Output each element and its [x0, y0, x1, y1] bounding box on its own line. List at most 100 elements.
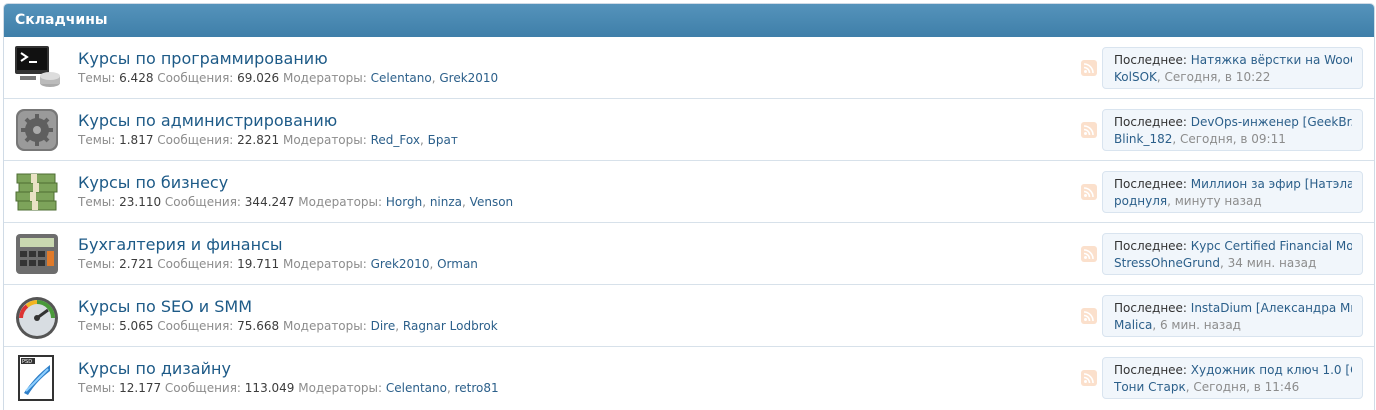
last-thread-link[interactable]: Художник под ключ 1.0 [С...: [1191, 363, 1352, 377]
threads-label: Темы:: [78, 71, 120, 85]
messages-count: 19.711: [237, 257, 283, 271]
threads-label: Темы:: [78, 133, 120, 147]
forum-title-link[interactable]: Курсы по дизайну: [78, 359, 231, 378]
messages-count: 75.668: [237, 319, 283, 333]
forum-stats: Темы: 6.428 Сообщения: 69.026 Модераторы…: [78, 71, 498, 85]
moderator-separator: ,: [429, 257, 438, 271]
threads-label: Темы:: [78, 257, 120, 271]
moderator-link[interactable]: Orman: [437, 257, 478, 271]
moderators-list: Red_Fox, Брат: [371, 133, 458, 147]
last-user-link[interactable]: роднуля: [1114, 194, 1167, 208]
last-user-link[interactable]: Тони Старк: [1114, 380, 1186, 394]
last-user-link[interactable]: StressOhneGrund: [1114, 256, 1220, 270]
moderator-link[interactable]: retro81: [455, 381, 499, 395]
rss-icon[interactable]: [1081, 370, 1097, 386]
rss-icon[interactable]: [1081, 246, 1097, 262]
rss-icon[interactable]: [1081, 184, 1097, 200]
last-user-link[interactable]: Blink_182: [1114, 132, 1172, 146]
last-thread-link[interactable]: Курс Certified Financial Mo...: [1191, 239, 1352, 253]
last-post-time: , минуту назад: [1167, 194, 1262, 208]
last-post-box: Последнее: Курс Certified Financial Mo..…: [1102, 233, 1363, 275]
messages-label: Сообщения:: [157, 133, 238, 147]
programming-terminal-icon: [12, 43, 62, 93]
forum-row: Курсы по программированию Темы: 6.428 Со…: [4, 37, 1374, 99]
forum-row: Курсы по администрированию Темы: 1.817 С…: [4, 99, 1374, 161]
threads-label: Темы:: [78, 195, 120, 209]
last-post-label: Последнее:: [1114, 363, 1191, 377]
moderators-list: Grek2010, Orman: [371, 257, 478, 271]
moderator-link[interactable]: Grek2010: [371, 257, 430, 271]
last-post-box: Последнее: InstaDium [Александра Ми... M…: [1102, 295, 1363, 337]
moderators-list: Dire, Ragnar Lodbrok: [371, 319, 498, 333]
threads-count: 5.065: [119, 319, 158, 333]
forum-category-block: Складчины Курсы по программированию Темы…: [3, 3, 1375, 410]
messages-count: 22.821: [237, 133, 283, 147]
last-thread-link[interactable]: DevOps-инженер [GeekBr...: [1191, 115, 1352, 129]
forum-stats: Темы: 12.177 Сообщения: 113.049 Модерато…: [78, 381, 499, 395]
money-stack-icon: [12, 167, 62, 217]
last-post-label: Последнее:: [1114, 239, 1191, 253]
psd-file-icon: PSD: [12, 353, 62, 403]
last-post-box: Последнее: Художник под ключ 1.0 [С... Т…: [1102, 357, 1363, 399]
messages-count: 344.247: [244, 195, 299, 209]
forum-title-link[interactable]: Курсы по администрированию: [78, 111, 337, 130]
last-post-time: , 34 мин. назад: [1219, 256, 1317, 270]
moderator-link[interactable]: Venson: [470, 195, 513, 209]
last-post-label: Последнее:: [1114, 115, 1191, 129]
moderator-link[interactable]: Dire: [371, 319, 396, 333]
forum-row: Бухгалтерия и финансы Темы: 2.721 Сообще…: [4, 223, 1374, 285]
forum-title-link[interactable]: Курсы по SEO и SMM: [78, 297, 252, 316]
moderator-link[interactable]: Grek2010: [439, 71, 498, 85]
moderator-link[interactable]: Брат: [428, 133, 458, 147]
moderator-link[interactable]: Ragnar Lodbrok: [403, 319, 498, 333]
last-thread-link[interactable]: InstaDium [Александра Ми...: [1191, 301, 1352, 315]
messages-label: Сообщения:: [157, 257, 238, 271]
last-user-link[interactable]: Malica: [1114, 318, 1152, 332]
threads-count: 12.177: [119, 381, 165, 395]
forum-row: Курсы по SEO и SMM Темы: 5.065 Сообщения…: [4, 285, 1374, 347]
forum-stats: Темы: 23.110 Сообщения: 344.247 Модерато…: [78, 195, 513, 209]
moderator-separator: ,: [395, 319, 403, 333]
moderator-link[interactable]: Horgh: [386, 195, 422, 209]
moderators-label: Модераторы:: [282, 319, 371, 333]
last-post-time: , 6 мин. назад: [1152, 318, 1241, 332]
forum-stats: Темы: 1.817 Сообщения: 22.821 Модераторы…: [78, 133, 458, 147]
forum-stats: Темы: 2.721 Сообщения: 19.711 Модераторы…: [78, 257, 478, 271]
threads-count: 1.817: [119, 133, 158, 147]
speedometer-icon: [12, 291, 62, 341]
threads-label: Темы:: [78, 381, 120, 395]
last-thread-link[interactable]: Миллион за эфир [Натэла...: [1191, 177, 1352, 191]
moderators-label: Модераторы:: [298, 381, 386, 395]
last-post-box: Последнее: Натяжка вёрстки на WooC... Ko…: [1102, 47, 1363, 89]
last-thread-link[interactable]: Натяжка вёрстки на WooC...: [1191, 53, 1352, 67]
moderators-list: Horgh, ninza, Venson: [386, 195, 513, 209]
category-header[interactable]: Складчины: [4, 4, 1374, 37]
moderator-link[interactable]: ninza: [430, 195, 462, 209]
rss-icon[interactable]: [1081, 308, 1097, 324]
messages-count: 113.049: [244, 381, 299, 395]
moderator-link[interactable]: Celentano: [386, 381, 447, 395]
last-post-time: , Сегодня, в 09:11: [1172, 132, 1286, 146]
moderator-link[interactable]: Celentano: [371, 71, 432, 85]
moderators-label: Модераторы:: [282, 257, 371, 271]
threads-label: Темы:: [78, 319, 120, 333]
messages-count: 69.026: [237, 71, 283, 85]
last-user-link[interactable]: KolSOK: [1114, 70, 1157, 84]
forum-title-link[interactable]: Курсы по программированию: [78, 49, 328, 68]
admin-gear-icon: [12, 105, 62, 155]
rss-icon[interactable]: [1081, 60, 1097, 76]
last-post-label: Последнее:: [1114, 177, 1191, 191]
rss-icon[interactable]: [1081, 122, 1097, 138]
messages-label: Сообщения:: [157, 71, 238, 85]
moderators-list: Celentano, retro81: [386, 381, 499, 395]
threads-count: 2.721: [119, 257, 158, 271]
last-post-time: , Сегодня, в 11:46: [1185, 380, 1300, 394]
forum-title-link[interactable]: Бухгалтерия и финансы: [78, 235, 283, 254]
forum-title-link[interactable]: Курсы по бизнесу: [78, 173, 228, 192]
moderators-list: Celentano, Grek2010: [371, 71, 499, 85]
moderator-separator: ,: [446, 381, 455, 395]
moderator-link[interactable]: Red_Fox: [371, 133, 420, 147]
last-post-time: , Сегодня, в 10:22: [1156, 70, 1271, 84]
forum-row: PSD Курсы по дизайну Темы: 12.177 Сообще…: [4, 347, 1374, 409]
messages-label: Сообщения:: [157, 319, 238, 333]
